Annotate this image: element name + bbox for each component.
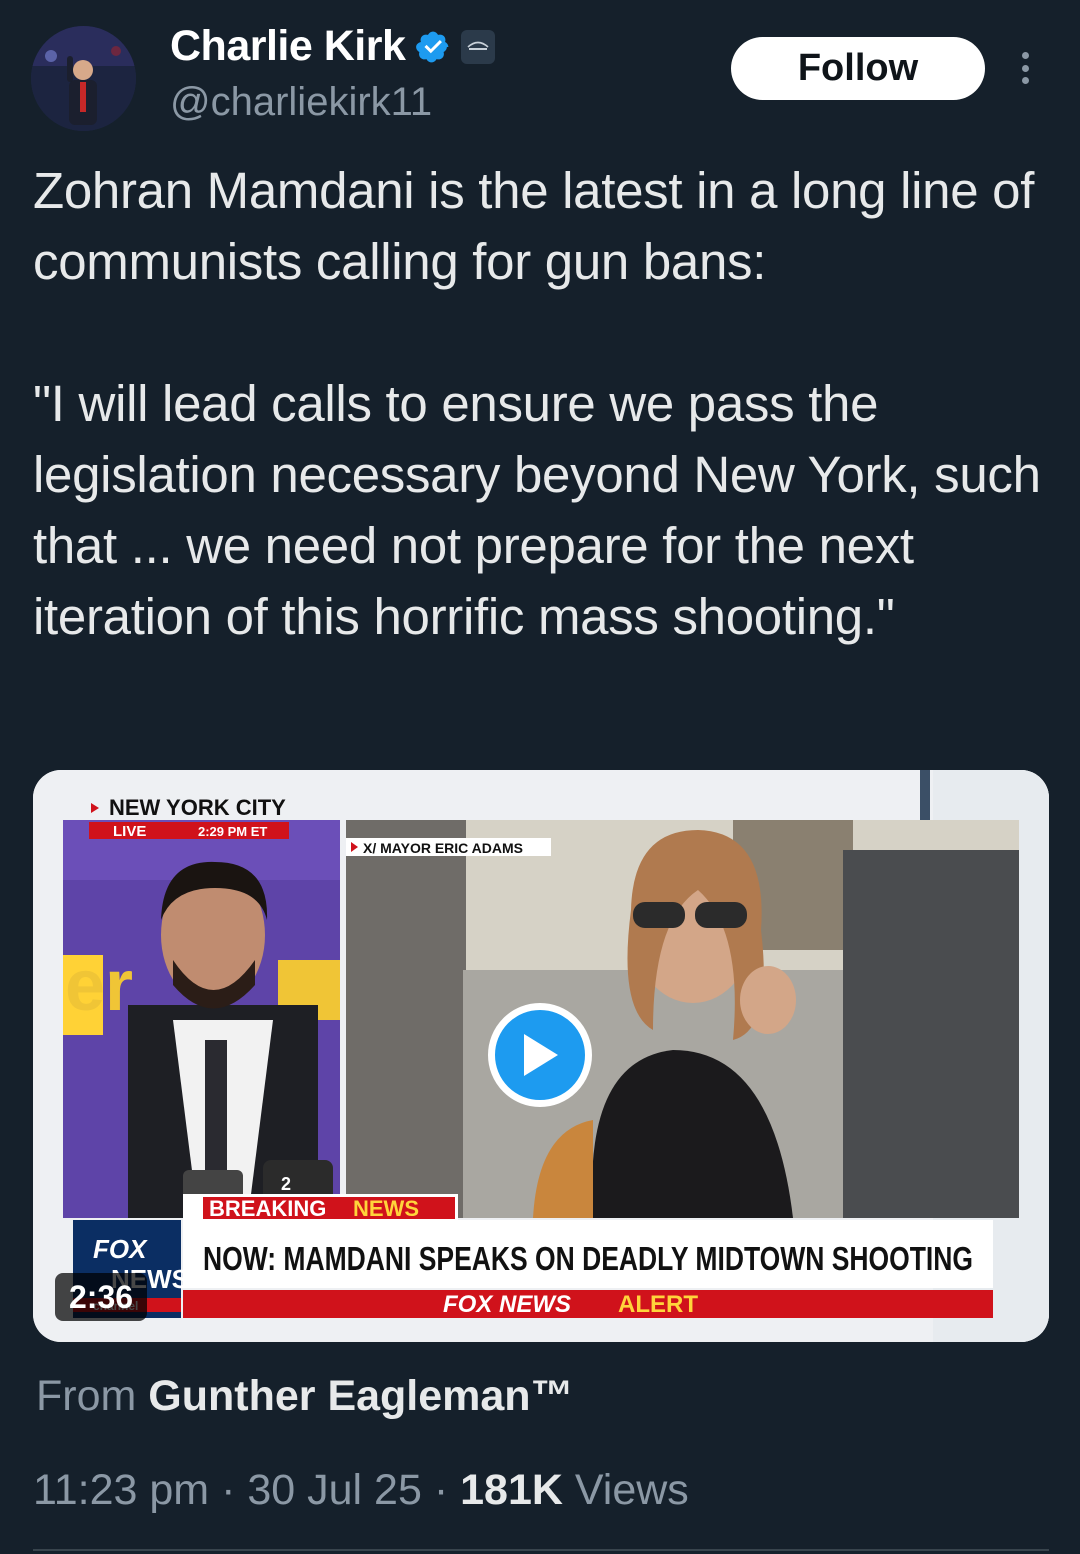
divider: [33, 1549, 1049, 1551]
avatar-image: [31, 26, 136, 131]
author-name-row: Charlie Kirk: [170, 22, 496, 71]
attribution-line: From Gunther Eagleman™: [36, 1372, 574, 1421]
from-label: From: [36, 1372, 137, 1420]
author-handle[interactable]: @charliekirk11: [170, 80, 432, 125]
breaking-label: BREAKING: [209, 1196, 326, 1221]
source-tag: X/ MAYOR ERIC ADAMS: [363, 840, 523, 856]
views-count[interactable]: 181K: [460, 1466, 563, 1514]
video-player[interactable]: er 2 NEW YORK CITY LIVE 2:29 PM ET X/ MA…: [33, 770, 1049, 1342]
tweet-page: Charlie Kirk @charliekirk11 Follow Zohra…: [0, 0, 1080, 1554]
svg-text:er: er: [65, 946, 133, 1026]
live-time: 2:29 PM ET: [198, 824, 267, 839]
source-account-link[interactable]: Gunther Eagleman™: [148, 1372, 573, 1420]
views-label: Views: [574, 1466, 689, 1514]
video-duration: 2:36: [55, 1273, 148, 1321]
breaking-news-label: NEWS: [353, 1196, 419, 1221]
location-tag: NEW YORK CITY: [109, 795, 286, 820]
tweet-meta: 11:23 pm · 30 Jul 25 · 181K Views: [33, 1466, 689, 1515]
tweet-paragraph-1: Zohran Mamdani is the latest in a long l…: [33, 162, 1035, 290]
alert-label: FOX NEWS: [443, 1291, 571, 1318]
play-button[interactable]: [488, 1003, 592, 1107]
headline-text: NOW: MAMDANI SPEAKS ON DEADLY MIDTOWN SH…: [203, 1240, 973, 1277]
more-options-icon[interactable]: [1010, 48, 1040, 88]
play-icon: [524, 1034, 558, 1076]
separator: ·: [221, 1466, 236, 1514]
affiliate-badge-icon[interactable]: [461, 29, 496, 64]
mic-flag-label: 2: [281, 1174, 291, 1194]
live-label: LIVE: [113, 823, 146, 840]
tweet-date[interactable]: 30 Jul 25: [247, 1466, 422, 1514]
avatar[interactable]: [31, 26, 136, 131]
tweet-text: Zohran Mamdani is the latest in a long l…: [33, 155, 1043, 652]
tweet-time[interactable]: 11:23 pm: [33, 1466, 209, 1514]
verified-badge-icon: [416, 31, 449, 62]
alert-label-2: ALERT: [618, 1291, 698, 1318]
follow-button[interactable]: Follow: [731, 37, 985, 100]
tweet-paragraph-2: "I will lead calls to ensure we pass the…: [33, 375, 1041, 645]
separator: ·: [433, 1466, 449, 1514]
author-display-name[interactable]: Charlie Kirk: [170, 22, 406, 71]
channel-logo-fox: FOX: [93, 1234, 148, 1264]
